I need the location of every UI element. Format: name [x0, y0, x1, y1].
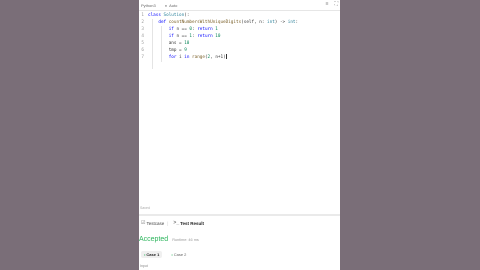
checkbox-icon: ☑	[141, 220, 146, 226]
code-text: class Solution(:	[148, 13, 190, 18]
leetcode-panel: Python3 ● Auto ≡ ⛶ 1 class Solution(: 2 de…	[139, 0, 340, 270]
line-number: 6	[141, 48, 144, 53]
tab-testcase-label: Testcase	[146, 220, 165, 226]
code-text: ans = 10	[148, 41, 190, 46]
result-status: Accepted	[139, 236, 169, 243]
tab-test-result-label: Test Result	[180, 220, 205, 226]
terminal-icon: >_	[173, 220, 180, 226]
panel-divider[interactable]	[139, 214, 340, 216]
input-label: Input	[140, 264, 148, 268]
line-number: 3	[141, 27, 144, 32]
language-selector[interactable]: Python3	[141, 3, 156, 8]
tab-separator: |	[167, 220, 169, 226]
code-text: tmp = 9	[148, 48, 187, 53]
mode-selector[interactable]: Auto	[169, 3, 177, 8]
fullscreen-icon[interactable]: ⛶	[334, 1, 338, 7]
case-tab-1-label: Case 1	[146, 252, 160, 257]
tab-test-result[interactable]: >_ Test Result	[173, 220, 204, 226]
saved-indicator: Saved	[140, 206, 150, 210]
line-number: 7	[141, 55, 144, 60]
case-tab-2[interactable]: • Case 2	[168, 251, 189, 258]
code-text: if n == 0: return 1	[168, 27, 218, 32]
line-number: 1	[141, 13, 144, 18]
case-tab-2-label: Case 2	[173, 252, 187, 257]
text-cursor	[225, 54, 227, 59]
mode-icon: ●	[164, 2, 168, 8]
case-tabs: • Case 1 • Case 2	[141, 251, 189, 258]
case-tab-1[interactable]: • Case 1	[141, 251, 163, 258]
pass-dot-icon: •	[144, 252, 146, 257]
line-number: 2	[141, 20, 144, 25]
code-text: def countNumbersWithUniqueDigits(self, n…	[158, 20, 299, 25]
code-text: if n == 1: return 10	[168, 34, 221, 39]
tab-testcase[interactable]: ☑ Testcase	[141, 220, 164, 226]
editor-topbar: Python3 ● Auto ≡ ⛶	[139, 0, 340, 11]
format-icon[interactable]: ≡	[326, 1, 329, 7]
code-text: for i in range(2, n+1)	[168, 54, 227, 60]
result-summary: Accepted Runtime: 46 ms	[139, 236, 199, 243]
code-editor[interactable]: 1 class Solution(: 2 def countNumbersWithU…	[139, 12, 340, 207]
bottom-tabs: ☑ Testcase | >_ Test Result	[139, 218, 204, 228]
pass-dot-icon: •	[171, 252, 173, 257]
line-number: 4	[141, 34, 144, 39]
runtime-text: Runtime: 46 ms	[172, 238, 199, 242]
line-number: 5	[141, 41, 144, 46]
